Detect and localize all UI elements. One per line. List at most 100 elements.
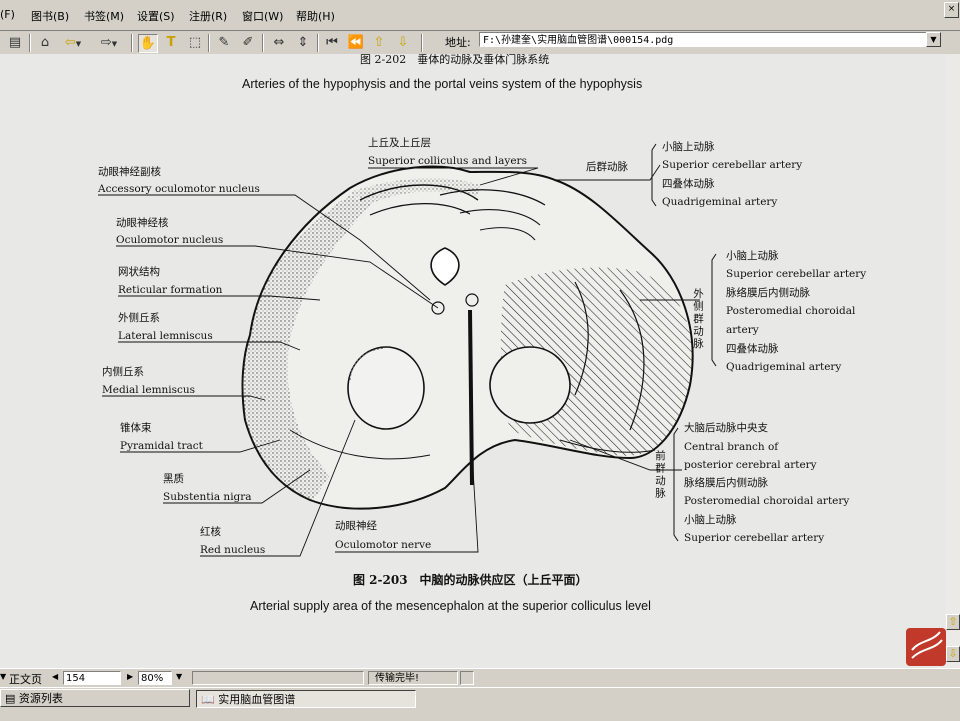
page-image: 图 2-202 垂体的动脉及垂体门脉系统 Arteries of the hyp… <box>0 54 946 668</box>
address-dropdown-button[interactable]: ▼ <box>926 32 941 47</box>
panel-icon: ▤ <box>8 35 22 50</box>
label-bot-pmca-en: Posteromedial choroidal artery <box>684 495 849 507</box>
chevron-down-icon[interactable]: ▼ <box>176 672 182 681</box>
toggle-panel-button[interactable]: ▤ <box>6 34 24 51</box>
resource-list-button[interactable]: ▤ 资源列表 <box>0 689 190 707</box>
label-cb-en1: Central branch of <box>684 441 779 453</box>
taskbar-item-book[interactable]: 📖 实用脑血管图谱 <box>196 690 416 708</box>
chevron-down-icon: ▼ <box>75 40 82 48</box>
prev-page-button[interactable]: ⏪ <box>347 34 365 51</box>
taskbar: ▤ 资源列表 📖 实用脑血管图谱 <box>0 687 960 721</box>
label-bot-sca-cn: 小脑上动脉 <box>684 513 737 526</box>
label-pyramidal-en: Pyramidal tract <box>120 440 204 452</box>
label-mid-pmca-en2: artery <box>726 324 759 336</box>
label-pyramidal-cn: 锥体束 <box>120 422 152 434</box>
menu-help[interactable]: 帮助(H) <box>296 8 335 24</box>
label-quadrigeminal-en: Quadrigeminal artery <box>662 196 777 208</box>
label-reticular-en: Reticular formation <box>118 284 223 296</box>
scroll-up-button[interactable]: ⇧ <box>946 614 960 630</box>
label-posterior-group: 后群动脉 <box>586 160 628 173</box>
label-oculomotor-nerve-en: Oculomotor nerve <box>335 539 431 551</box>
label-substantia-nigra-cn: 黑质 <box>163 473 184 485</box>
caption-top-cn: 图 2-202 垂体的动脉及垂体门脉系统 <box>360 54 549 66</box>
forward-button[interactable]: ⇨▼ <box>96 34 122 51</box>
home-button[interactable]: ⌂ <box>36 34 54 51</box>
annotate-button[interactable]: ✎ <box>215 34 233 51</box>
label-lateral-group: 外侧群动脉 <box>692 288 704 351</box>
highlight-button[interactable]: ✐ <box>239 34 257 51</box>
first-page-icon: ⏮ <box>326 35 338 50</box>
text-tool-button[interactable]: T <box>162 34 180 51</box>
label-superior-colliculus-en: Superior colliculus and layers <box>368 155 527 167</box>
next-page-arrow[interactable]: ▶ <box>127 672 133 681</box>
label-lateral-lemniscus-en: Lateral lemniscus <box>118 330 213 342</box>
toolbar-separator <box>317 34 319 52</box>
menu-bookmark[interactable]: 书签(M) <box>84 8 124 24</box>
toolbar-separator <box>29 34 31 52</box>
book-icon: 📖 <box>201 693 215 706</box>
label-lateral-lemniscus-cn: 外侧丘系 <box>118 311 160 324</box>
prev-page-arrow[interactable]: ◀ <box>52 672 58 681</box>
fit-width-button[interactable]: ⇔ <box>270 34 288 51</box>
label-sca-cn: 小脑上动脉 <box>662 140 715 153</box>
chevron-down-icon: ▼ <box>0 672 7 681</box>
label-mid-quad-cn: 四叠体动脉 <box>726 342 779 355</box>
close-window-button[interactable]: × <box>944 2 959 18</box>
first-page-button[interactable]: ⏮ <box>323 34 341 51</box>
label-sca-en: Superior cerebellar artery <box>662 159 802 171</box>
page-number-input[interactable]: 154 <box>63 671 121 685</box>
toolbar-separator <box>131 34 133 52</box>
label-medial-lemniscus-cn: 内侧丘系 <box>102 365 144 378</box>
watermark-logo <box>906 628 946 666</box>
label-bot-sca-en: Superior cerebellar artery <box>684 532 824 544</box>
fit-height-button[interactable]: ⇕ <box>294 34 312 51</box>
pencil-icon: ✎ <box>218 35 230 50</box>
scroll-down-button[interactable]: ⇩ <box>946 646 960 662</box>
arrow-left-icon: ⇦ <box>64 35 76 50</box>
label-bot-pmca-cn: 脉络膜后内侧动脉 <box>684 476 768 489</box>
address-label: 地址: <box>445 36 471 49</box>
document-viewer[interactable]: 图 2-202 垂体的动脉及垂体门脉系统 Arteries of the hyp… <box>0 54 946 668</box>
label-mid-sca-cn: 小脑上动脉 <box>726 249 779 262</box>
label-oculomotor-nucleus-en: Oculomotor nucleus <box>116 234 223 246</box>
hand-tool-button[interactable]: ✋ <box>138 34 158 53</box>
caption-bottom-en: Arterial supply area of the mesencephalo… <box>250 599 651 613</box>
zoom-select[interactable]: 80% <box>138 671 172 685</box>
select-tool-button[interactable]: ⬚ <box>186 34 204 51</box>
arrow-up-icon: ⇧ <box>948 615 958 628</box>
caption-bottom-cn: 图 2-203 中脑的动脉供应区（上丘平面） <box>353 572 588 587</box>
label-mid-pmca-en1: Posteromedial choroidal <box>726 305 856 317</box>
status-panel <box>192 671 364 685</box>
close-icon: × <box>947 4 956 14</box>
menu-book[interactable]: 图书(B) <box>31 8 69 24</box>
label-cb-cn: 大脑后动脉中央支 <box>684 421 768 434</box>
vertical-scrollbar[interactable]: ⇧ ⇩ <box>946 54 960 668</box>
label-accessory-oculomotor-en: Accessory oculomotor nucleus <box>97 183 260 195</box>
marker-icon: ✐ <box>242 35 254 50</box>
hand-icon: ✋ <box>139 36 157 51</box>
text-icon: T <box>166 35 176 50</box>
menu-settings[interactable]: 设置(S) <box>137 8 175 24</box>
label-oculomotor-nerve-cn: 动眼神经 <box>335 519 377 532</box>
prev-page-icon: ⏪ <box>347 35 365 50</box>
home-icon: ⌂ <box>40 35 50 50</box>
resource-list-label: 资源列表 <box>18 692 63 705</box>
label-anterior-group: 前群动脉 <box>654 449 666 500</box>
address-input[interactable]: F:\孙建奎\实用脑血管图谱\000154.pdg <box>479 32 929 47</box>
status-bar: ▼ 正文页 ◀ 154 ▶ 80% ▼ 传输完毕! <box>0 668 960 688</box>
back-button[interactable]: ⇦▼ <box>60 34 86 51</box>
menu-register[interactable]: 注册(R) <box>189 8 227 24</box>
fit-height-icon: ⇕ <box>297 35 309 50</box>
toolbar-separator <box>262 34 264 52</box>
label-oculomotor-nucleus-cn: 动眼神经核 <box>116 216 169 229</box>
page-down-button[interactable]: ⇩ <box>394 34 412 51</box>
page-mode-label[interactable]: 正文页 <box>9 671 42 687</box>
taskbar-book-label: 实用脑血管图谱 <box>218 693 296 706</box>
label-medial-lemniscus-en: Medial lemniscus <box>102 384 195 396</box>
menu-window[interactable]: 窗口(W) <box>242 8 283 24</box>
label-mid-sca-en: Superior cerebellar artery <box>726 268 866 280</box>
menu-file[interactable]: (F) <box>0 8 15 21</box>
chevron-down-icon: ▼ <box>111 40 118 48</box>
page-up-button[interactable]: ⇧ <box>370 34 388 51</box>
arrow-up-icon: ⇧ <box>373 35 385 50</box>
